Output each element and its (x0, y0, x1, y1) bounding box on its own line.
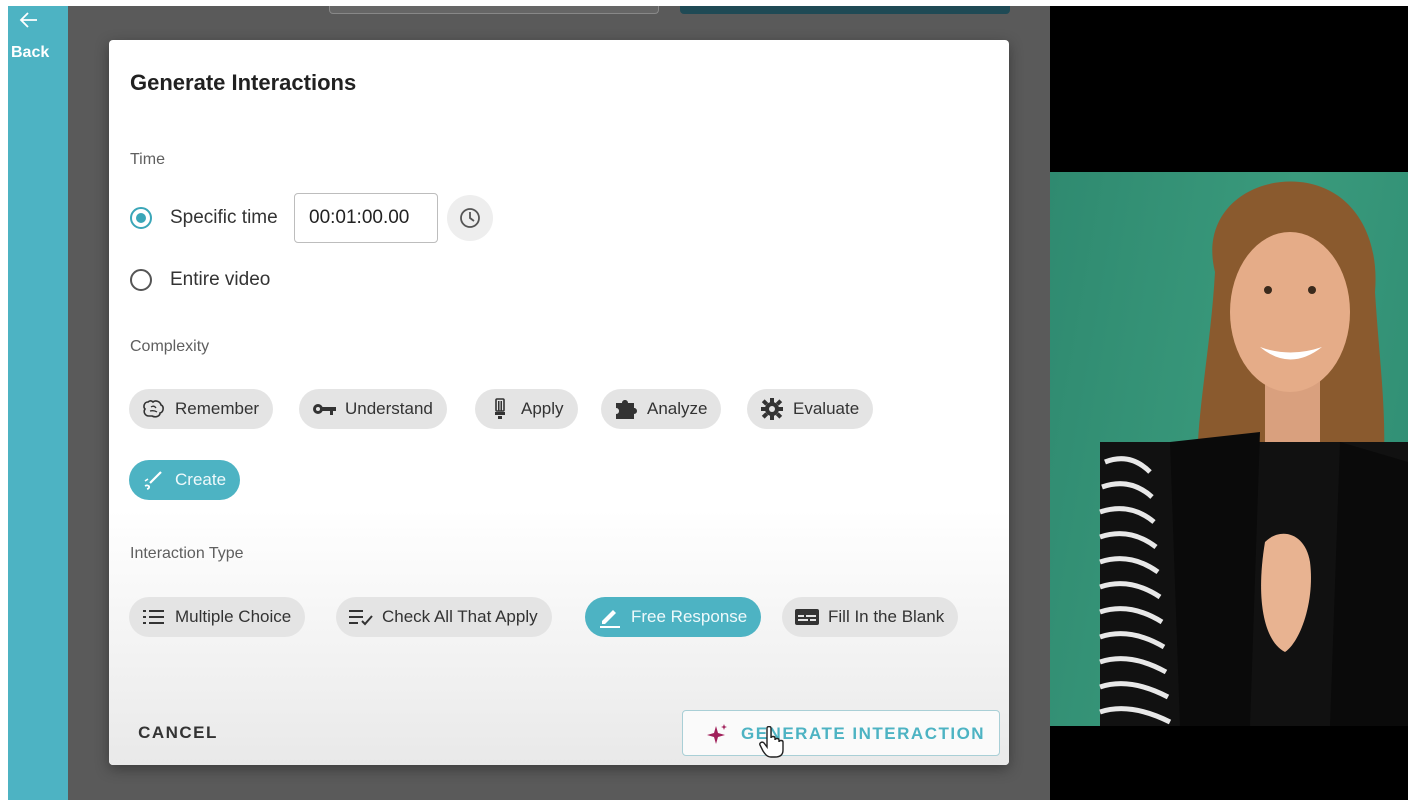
lightbulb-icon (487, 397, 513, 421)
chip-label: Apply (521, 399, 564, 418)
radio-button-unchecked[interactable] (130, 269, 152, 291)
clock-icon (460, 208, 480, 228)
chip-label: Evaluate (793, 399, 860, 418)
time-section-label: Time (130, 151, 165, 168)
presenter-image (1099, 181, 1408, 726)
generate-interactions-dialog: Generate Interactions Time Specific time… (109, 40, 1009, 765)
radio-specific-time[interactable]: Specific time (130, 203, 278, 233)
background-button (680, 6, 1010, 14)
complexity-section-label: Complexity (130, 338, 210, 355)
interaction-type-section-label: Interaction Type (130, 545, 244, 562)
chip-fill-in-the-blank[interactable]: Fill In the Blank (782, 597, 959, 637)
generate-interaction-button[interactable]: GENERATE INTERACTION (682, 710, 1000, 756)
radio-entire-video[interactable]: Entire video (130, 265, 270, 295)
chip-label: Understand (345, 399, 433, 418)
chip-label: Remember (175, 399, 260, 418)
chip-label: Free Response (631, 607, 748, 626)
chip-label: Check All That Apply (382, 607, 538, 626)
radio-label-entire-video: Entire video (170, 269, 271, 290)
chip-multiple-choice[interactable]: Multiple Choice (129, 597, 306, 637)
chip-create[interactable]: Create (129, 460, 241, 500)
video-frame[interactable] (1050, 172, 1408, 726)
radio-button-checked[interactable] (130, 207, 152, 229)
chip-label: Fill In the Blank (828, 607, 945, 626)
chip-understand[interactable]: Understand (299, 389, 447, 429)
time-picker-button[interactable] (447, 195, 493, 241)
chip-label: Multiple Choice (175, 607, 292, 626)
checklist-icon (348, 605, 374, 629)
chip-label: Create (175, 470, 227, 489)
list-icon (141, 605, 167, 629)
app-window: Back Generate Interactions Time Specific… (0, 0, 1408, 800)
arrow-left-icon (19, 12, 37, 28)
gear-icon (759, 397, 785, 421)
creative-icon (141, 468, 167, 492)
chip-free-response[interactable]: Free Response (585, 597, 762, 637)
pencil-icon (597, 605, 623, 629)
brain-icon (141, 397, 167, 421)
background-input-field (329, 6, 659, 14)
chip-evaluate[interactable]: Evaluate (747, 389, 874, 429)
cancel-button[interactable]: CANCEL (123, 716, 233, 750)
chip-check-all-that-apply[interactable]: Check All That Apply (336, 597, 552, 637)
side-nav: Back (8, 6, 68, 800)
blank-field-icon (794, 605, 820, 629)
key-icon (311, 397, 337, 421)
dialog-title: Generate Interactions (130, 70, 357, 95)
chip-label: Analyze (647, 399, 708, 418)
chip-apply[interactable]: Apply (475, 389, 578, 429)
hand-pointer-cursor-icon (759, 726, 784, 758)
radio-label-specific-time: Specific time (170, 207, 278, 228)
chip-remember[interactable]: Remember (129, 389, 274, 429)
sparkle-icon (707, 724, 727, 744)
back-label: Back (11, 44, 50, 61)
puzzle-icon (613, 397, 639, 421)
chip-analyze[interactable]: Analyze (601, 389, 722, 429)
back-button[interactable]: Back (8, 6, 68, 76)
specific-time-input[interactable] (294, 193, 438, 243)
